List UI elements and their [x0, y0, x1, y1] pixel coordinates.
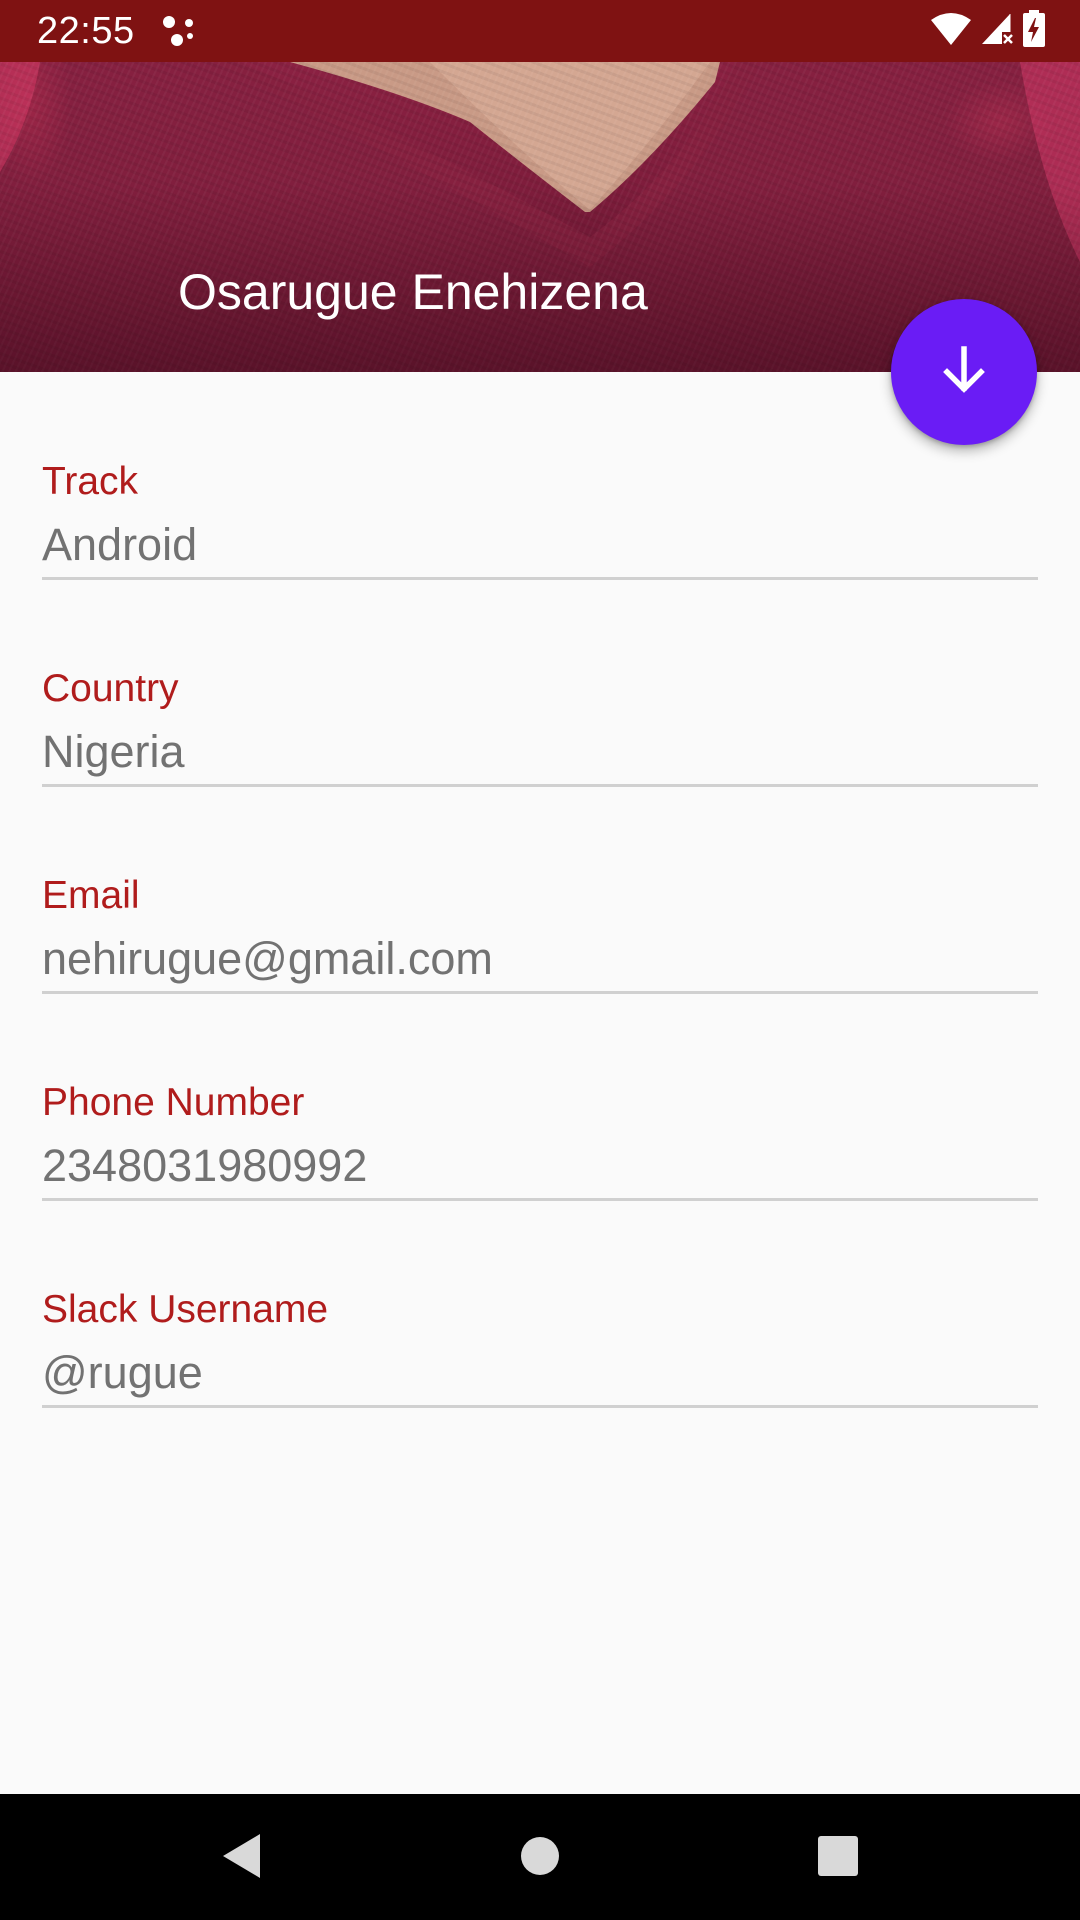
- detail-slack-username: Slack Username @rugue: [42, 1200, 1038, 1408]
- detail-label: Phone Number: [42, 1081, 305, 1124]
- detail-label: Country: [42, 667, 179, 710]
- detail-label: Slack Username: [42, 1288, 329, 1331]
- back-button[interactable]: [214, 1830, 270, 1886]
- detail-label: Email: [42, 874, 140, 917]
- detail-value: Nigeria: [42, 726, 185, 777]
- recents-icon: [817, 1835, 859, 1882]
- profile-details-list: Track Android Country Nigeria Email nehi…: [42, 372, 1038, 1408]
- profile-screen: 22:55 Osarugue Enehizena Track Android C…: [0, 0, 1080, 1920]
- notification-dots-icon: [160, 14, 196, 48]
- profile-name: Osarugue Enehizena: [178, 264, 648, 320]
- detail-phone-number: Phone Number 2348031980992: [42, 993, 1038, 1201]
- status-time: 22:55: [37, 10, 135, 52]
- detail-value: 2348031980992: [42, 1140, 368, 1191]
- detail-email: Email nehirugue@gmail.com: [42, 786, 1038, 994]
- detail-value: Android: [42, 519, 198, 570]
- detail-label: Track: [42, 460, 139, 503]
- back-icon: [220, 1832, 264, 1885]
- wifi-icon: [930, 12, 972, 51]
- detail-value: @rugue: [42, 1347, 203, 1398]
- divider: [42, 1405, 1038, 1408]
- system-navigation-bar: [0, 1794, 1080, 1920]
- home-icon: [519, 1835, 561, 1882]
- recents-button[interactable]: [810, 1830, 866, 1886]
- detail-track: Track Android: [42, 372, 1038, 580]
- detail-country: Country Nigeria: [42, 579, 1038, 787]
- battery-charging-icon: [1022, 9, 1046, 53]
- status-icons: [930, 9, 1046, 53]
- status-bar: 22:55: [0, 0, 1080, 62]
- cell-signal-icon: [980, 12, 1014, 51]
- home-button[interactable]: [512, 1830, 568, 1886]
- detail-value: nehirugue@gmail.com: [42, 933, 493, 984]
